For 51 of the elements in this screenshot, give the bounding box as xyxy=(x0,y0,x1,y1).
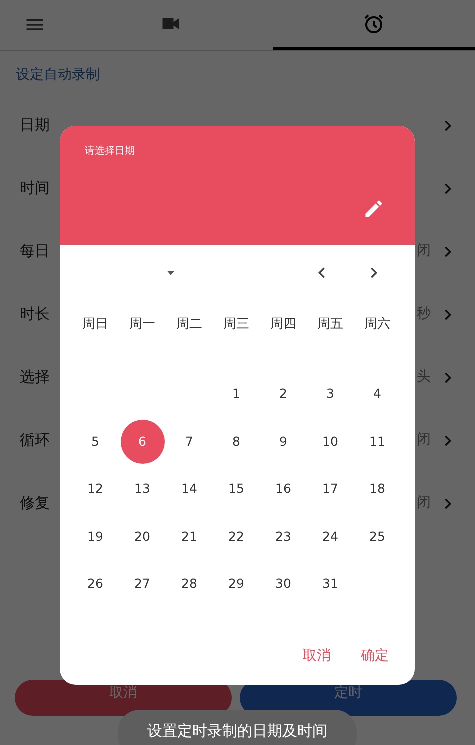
calendar-day[interactable]: 18 xyxy=(356,468,400,512)
setting-label: 修复 xyxy=(20,493,50,514)
calendar-day[interactable]: 11 xyxy=(356,420,400,464)
calendar-day[interactable]: 15 xyxy=(214,468,258,512)
calendar-day[interactable]: 13 xyxy=(120,468,164,512)
calendar-day[interactable]: 4 xyxy=(356,372,400,417)
calendar-day[interactable]: 27 xyxy=(120,562,164,607)
calendar-day[interactable]: 30 xyxy=(262,562,306,607)
calendar-day[interactable]: 28 xyxy=(168,562,212,607)
calendar-day[interactable]: 17 xyxy=(308,468,352,512)
dialog-action[interactable]: 确定 xyxy=(353,642,397,671)
calendar-day[interactable]: 23 xyxy=(262,515,306,560)
calendar-day[interactable]: 29 xyxy=(214,562,258,607)
calendar-day[interactable]: 12 xyxy=(74,468,118,512)
weekday-label: 周二 xyxy=(176,316,204,334)
section-title: 设定自动录制 xyxy=(15,66,101,85)
setting-label: 时长 xyxy=(20,304,50,326)
setting-label: 日期 xyxy=(20,115,50,136)
calendar-day[interactable]: 6 xyxy=(120,420,164,464)
calendar-day[interactable]: 7 xyxy=(168,420,212,464)
calendar-day[interactable]: 19 xyxy=(74,515,118,560)
calendar-day[interactable]: 24 xyxy=(308,515,352,560)
calendar-day[interactable]: 1 xyxy=(214,372,258,417)
calendar-day[interactable]: 3 xyxy=(308,372,352,417)
calendar-day[interactable]: 22 xyxy=(214,515,258,560)
toast-message: 设置定时录制的日期及时间 xyxy=(118,710,357,745)
calendar-day[interactable]: 10 xyxy=(308,420,352,464)
weekday-label: 周一 xyxy=(128,316,156,334)
setting-label: 循环 xyxy=(20,430,50,452)
dialog-title: 请选择日期 xyxy=(85,144,136,159)
calendar-day[interactable]: 20 xyxy=(120,515,164,560)
pencil-icon[interactable] xyxy=(363,198,385,220)
weekday-label: 周五 xyxy=(316,316,344,334)
calendar-day[interactable]: 8 xyxy=(214,420,258,464)
setting-label: 每日 xyxy=(20,241,50,262)
calendar-day[interactable]: 14 xyxy=(168,468,212,512)
setting-label: 选择 xyxy=(20,367,50,388)
calendar-day[interactable]: 2 xyxy=(262,372,306,417)
weekday-label: 周四 xyxy=(270,316,298,334)
calendar-day[interactable]: 26 xyxy=(74,562,118,607)
calendar-day[interactable]: 9 xyxy=(262,420,306,464)
setting-label: 时间 xyxy=(20,178,50,200)
calendar-day[interactable]: 31 xyxy=(308,562,352,607)
calendar-day[interactable]: 16 xyxy=(262,468,306,512)
weekday-label: 周六 xyxy=(364,316,392,334)
weekday-label: 周三 xyxy=(222,316,250,334)
weekday-label: 周日 xyxy=(82,316,110,334)
calendar-day[interactable]: 25 xyxy=(356,515,400,560)
calendar-day[interactable]: 21 xyxy=(168,515,212,560)
dialog-action[interactable]: 取消 xyxy=(295,642,339,671)
calendar-day[interactable]: 5 xyxy=(74,420,118,464)
